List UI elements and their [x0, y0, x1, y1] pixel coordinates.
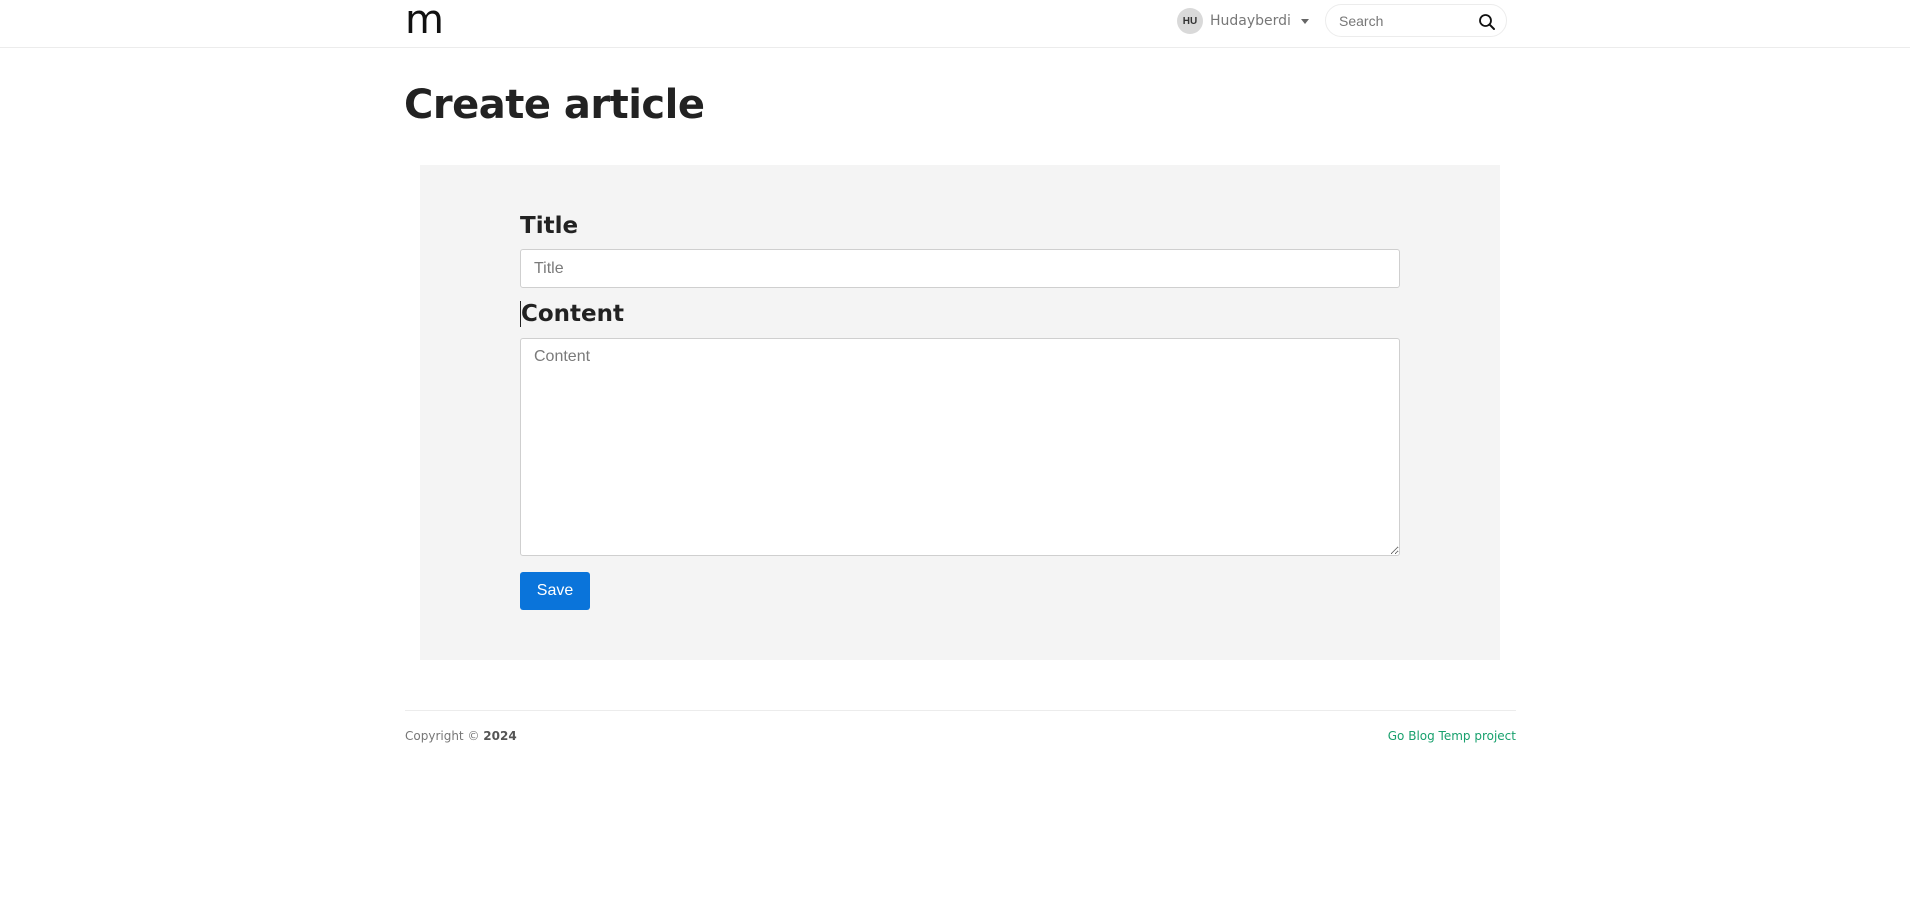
- site-header: m HU Hudayberdi: [0, 0, 1910, 48]
- title-input[interactable]: [520, 249, 1400, 288]
- search-icon[interactable]: [1478, 13, 1496, 31]
- user-menu[interactable]: HU Hudayberdi: [1177, 8, 1309, 34]
- footer-project-link[interactable]: Go Blog Temp project: [1388, 729, 1516, 743]
- copyright-prefix: Copyright ©: [405, 729, 480, 743]
- footer-divider: [405, 710, 1516, 711]
- search-box: [1325, 4, 1507, 37]
- copyright-year: 2024: [483, 729, 517, 743]
- title-label: Title: [520, 213, 579, 239]
- article-form-panel: Title Content Save: [420, 165, 1500, 660]
- search-input[interactable]: [1337, 9, 1472, 33]
- content-label: Content: [520, 301, 625, 327]
- save-button[interactable]: Save: [520, 572, 590, 610]
- page-title: Create article: [404, 82, 705, 128]
- user-name: Hudayberdi: [1210, 13, 1291, 29]
- chevron-down-icon: [1300, 18, 1309, 24]
- avatar: HU: [1177, 8, 1203, 34]
- copyright-text: Copyright © 2024: [405, 729, 517, 743]
- site-logo[interactable]: m: [405, 0, 444, 44]
- content-textarea[interactable]: [520, 338, 1400, 556]
